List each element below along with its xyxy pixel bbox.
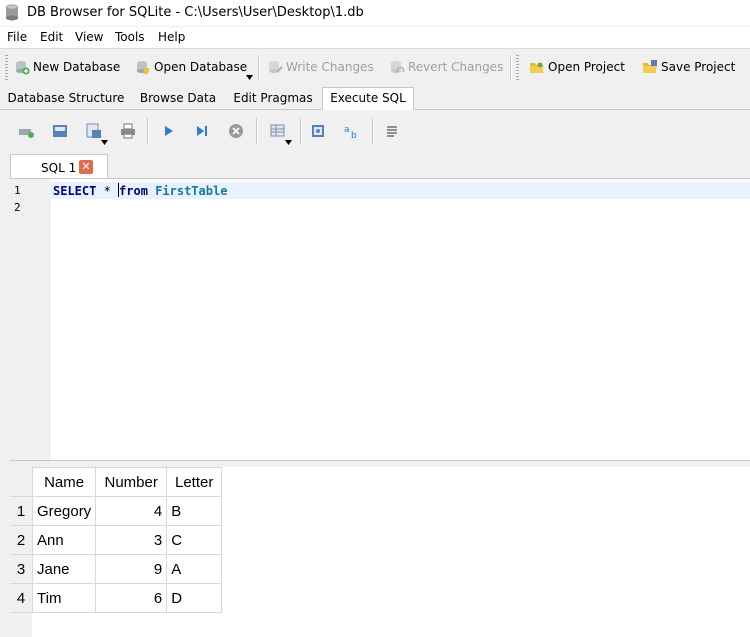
- database-app-icon: [6, 4, 18, 21]
- open-sql-file-icon[interactable]: [52, 123, 68, 139]
- column-header-letter[interactable]: Letter: [166, 467, 223, 497]
- cell-name[interactable]: Jane: [31, 554, 97, 584]
- tab-edit-pragmas[interactable]: Edit Pragmas: [228, 88, 318, 108]
- find-text-icon[interactable]: [310, 123, 326, 139]
- save-project-icon: [643, 60, 657, 73]
- menu-file[interactable]: File: [7, 30, 27, 44]
- open-tab-icon[interactable]: [18, 123, 34, 139]
- write-changes-label: Write Changes: [286, 60, 374, 74]
- cell-number[interactable]: 3: [95, 525, 168, 555]
- toolbar-grip[interactable]: [516, 55, 519, 81]
- open-project-button[interactable]: Open Project: [529, 56, 625, 78]
- table-row[interactable]: 4 Tim 6 D: [10, 583, 223, 613]
- cell-letter[interactable]: A: [166, 554, 223, 584]
- row-header[interactable]: 1: [10, 496, 33, 526]
- toolbar-separator: [510, 55, 512, 81]
- svg-text:a: a: [344, 125, 350, 135]
- results-table: Name Number Letter 1 Gregory 4 B 2 Ann 3…: [10, 467, 223, 613]
- line-number: 2: [14, 201, 21, 214]
- cell-letter[interactable]: B: [166, 496, 223, 526]
- save-sql-file-icon[interactable]: [86, 123, 102, 139]
- line-number-gutter: 1 2: [10, 179, 51, 461]
- title-bar: DB Browser for SQLite - C:\Users\User\De…: [0, 0, 750, 26]
- cell-number[interactable]: 6: [95, 583, 168, 613]
- menu-view[interactable]: View: [75, 30, 103, 44]
- table-row[interactable]: 3 Jane 9 A: [10, 554, 223, 584]
- row-header[interactable]: 4: [10, 583, 33, 613]
- print-icon[interactable]: [120, 123, 136, 139]
- save-results-icon[interactable]: [270, 123, 286, 139]
- column-header-number[interactable]: Number: [95, 467, 168, 497]
- cell-letter[interactable]: D: [166, 583, 223, 613]
- write-changes-icon: [269, 61, 283, 73]
- tab-browse-data[interactable]: Browse Data: [133, 88, 223, 108]
- toolbar-separator: [258, 55, 260, 81]
- menu-edit[interactable]: Edit: [40, 30, 63, 44]
- cell-number[interactable]: 9: [95, 554, 168, 584]
- toolbar-separator: [256, 118, 258, 144]
- svg-text:b: b: [351, 131, 357, 139]
- save-project-button[interactable]: Save Project: [642, 56, 735, 78]
- toolbar-grip[interactable]: [5, 55, 8, 81]
- save-project-label: Save Project: [661, 60, 736, 74]
- cell-name[interactable]: Ann: [31, 525, 97, 555]
- open-database-label: Open Database: [154, 60, 248, 74]
- results-pane: Name Number Letter 1 Gregory 4 B 2 Ann 3…: [10, 467, 750, 637]
- revert-changes-button[interactable]: Revert Changes: [389, 56, 503, 78]
- window-title: DB Browser for SQLite - C:\Users\User\De…: [27, 5, 364, 20]
- table-header-row: Name Number Letter: [10, 467, 223, 497]
- open-database-button[interactable]: Open Database: [135, 56, 247, 78]
- close-tab-icon[interactable]: ✕: [79, 160, 93, 174]
- main-toolbar: New Database Open Database Write Changes…: [0, 48, 750, 85]
- new-database-button[interactable]: New Database: [14, 56, 120, 78]
- write-changes-button[interactable]: Write Changes: [267, 56, 374, 78]
- cell-letter[interactable]: C: [166, 525, 223, 555]
- execute-all-icon[interactable]: [160, 123, 176, 139]
- column-header-name[interactable]: Name: [31, 467, 97, 497]
- sql-star: *: [96, 184, 119, 198]
- cell-name[interactable]: Tim: [31, 583, 97, 613]
- open-project-icon: [530, 62, 544, 73]
- toolbar-separator: [300, 118, 302, 144]
- toolbar-separator: [147, 118, 149, 144]
- execute-line-icon[interactable]: [194, 123, 210, 139]
- sql-tab[interactable]: SQL 1 ✕: [10, 154, 108, 179]
- new-database-label: New Database: [33, 60, 121, 74]
- sql-code-line[interactable]: SELECT * from FirstTable: [53, 183, 227, 198]
- menu-tools[interactable]: Tools: [115, 30, 145, 44]
- open-project-label: Open Project: [548, 60, 625, 74]
- find-replace-icon[interactable]: ab: [344, 123, 360, 139]
- revert-changes-icon: [391, 61, 405, 73]
- tab-execute-sql[interactable]: Execute SQL: [322, 87, 414, 110]
- save-results-dropdown-icon[interactable]: [285, 140, 292, 145]
- open-database-icon: [137, 61, 150, 74]
- revert-changes-label: Revert Changes: [408, 60, 504, 74]
- row-header[interactable]: 2: [10, 525, 33, 555]
- sql-keyword-from: from: [119, 184, 148, 198]
- menu-help[interactable]: Help: [158, 30, 185, 44]
- save-sql-dropdown-icon[interactable]: [101, 140, 108, 145]
- line-number: 1: [14, 184, 21, 197]
- sql-tab-bar: SQL 1 ✕: [0, 150, 750, 179]
- sql-toolbar: ab: [0, 110, 750, 150]
- stop-execution-icon[interactable]: [228, 123, 244, 139]
- comment-block-icon[interactable]: [384, 123, 400, 139]
- sql-table-name: FirstTable: [155, 184, 228, 198]
- menu-bar: File Edit View Tools Help: [0, 27, 750, 48]
- cell-number[interactable]: 4: [95, 496, 168, 526]
- sql-tab-label: SQL 1: [41, 161, 77, 175]
- table-row[interactable]: 2 Ann 3 C: [10, 525, 223, 555]
- sql-keyword-select: SELECT: [53, 184, 97, 198]
- main-tabs: Database Structure Browse Data Edit Prag…: [0, 87, 750, 110]
- cell-name[interactable]: Gregory: [31, 496, 97, 526]
- open-database-dropdown-icon[interactable]: [246, 75, 253, 80]
- table-row[interactable]: 1 Gregory 4 B: [10, 496, 223, 526]
- row-header[interactable]: 3: [10, 554, 33, 584]
- corner-cell[interactable]: [10, 467, 33, 497]
- sql-editor[interactable]: 1 2 SELECT * from FirstTable: [10, 178, 750, 461]
- toolbar-separator: [372, 118, 374, 144]
- new-database-icon: [16, 61, 30, 75]
- tab-database-structure[interactable]: Database Structure: [5, 88, 127, 108]
